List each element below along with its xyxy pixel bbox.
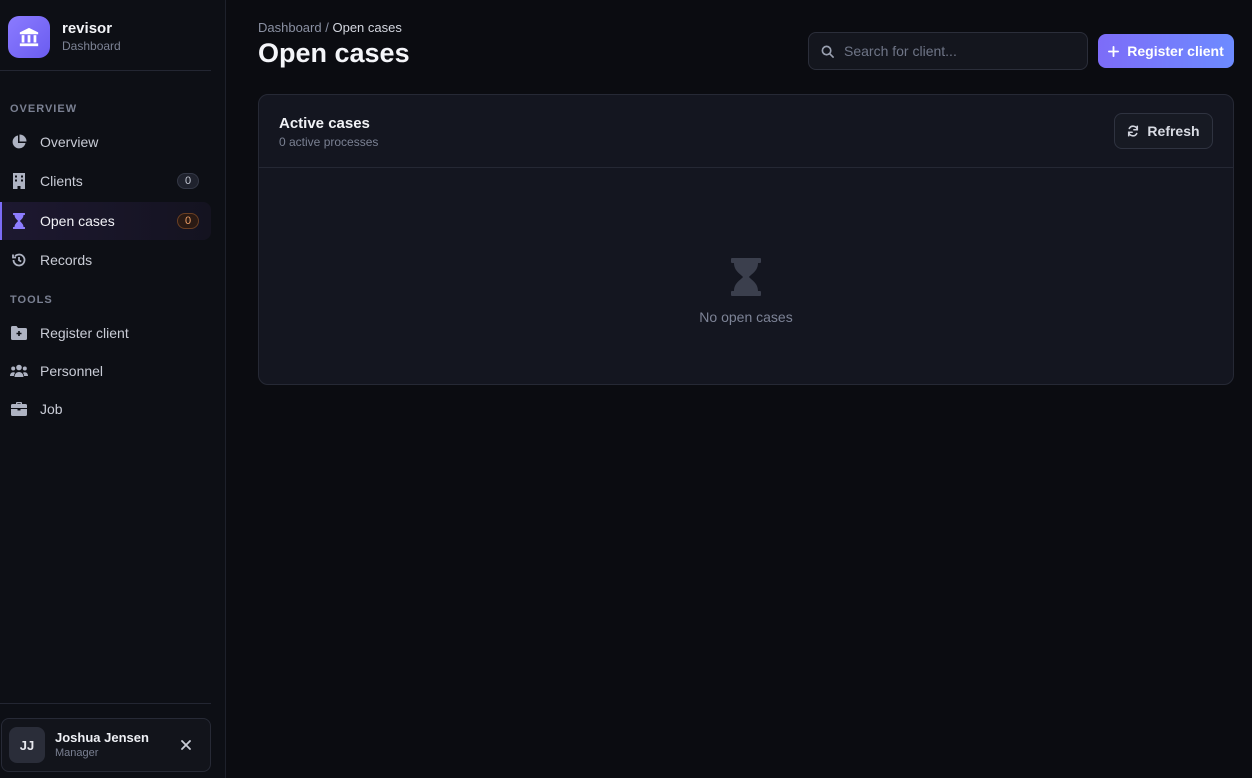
briefcase-icon	[10, 400, 28, 418]
sidebar-item-records[interactable]: Records	[0, 241, 211, 279]
users-icon	[10, 362, 28, 380]
refresh-button-label: Refresh	[1147, 123, 1200, 139]
folder-plus-icon	[10, 324, 28, 342]
sidebar-item-open-cases[interactable]: Open cases 0	[0, 202, 211, 240]
brand-name: revisor	[62, 20, 113, 37]
empty-state-text: No open cases	[699, 309, 793, 325]
user-card[interactable]: JJ Joshua Jensen Manager	[1, 718, 211, 772]
building-icon	[10, 172, 28, 190]
app: revisor Dashboard OVERVIEW Overview Clie…	[0, 0, 1252, 778]
bank-icon	[8, 16, 50, 58]
sidebar-item-label: Overview	[40, 134, 99, 150]
close-icon[interactable]	[178, 737, 194, 753]
brand-subtitle: Dashboard	[62, 39, 121, 53]
sidebar-item-label: Job	[40, 401, 63, 417]
card-title: Active cases	[279, 115, 370, 132]
card-header: Active cases 0 active processes Refresh	[259, 95, 1233, 168]
search-box[interactable]	[808, 32, 1088, 70]
brand[interactable]: revisor Dashboard	[8, 16, 121, 58]
divider	[0, 70, 211, 71]
divider	[0, 703, 211, 704]
sidebar-item-register-client[interactable]: Register client	[0, 314, 211, 352]
refresh-button[interactable]: Refresh	[1114, 113, 1213, 149]
sidebar-item-label: Register client	[40, 325, 129, 341]
sidebar-item-clients[interactable]: Clients 0	[0, 162, 211, 200]
sidebar-item-label: Clients	[40, 173, 83, 189]
refresh-icon	[1127, 125, 1139, 137]
breadcrumb: Dashboard / Open cases	[258, 20, 402, 35]
breadcrumb-separator: /	[325, 20, 329, 35]
clients-count-badge: 0	[177, 173, 199, 189]
register-client-button[interactable]: Register client	[1098, 34, 1234, 68]
sidebar-item-label: Open cases	[40, 213, 115, 229]
active-cases-card: Active cases 0 active processes Refresh	[258, 94, 1234, 385]
sidebar-item-personnel[interactable]: Personnel	[0, 352, 211, 390]
empty-state: No open cases	[259, 168, 1233, 384]
sidebar: revisor Dashboard OVERVIEW Overview Clie…	[0, 0, 226, 778]
section-label-overview: OVERVIEW	[10, 103, 78, 115]
section-label-tools: TOOLS	[10, 294, 53, 306]
search-input[interactable]	[844, 43, 1074, 59]
pie-chart-icon	[10, 133, 28, 151]
sidebar-item-label: Personnel	[40, 363, 104, 379]
page-title: Open cases	[258, 38, 410, 68]
breadcrumb-parent[interactable]: Dashboard	[258, 20, 322, 35]
register-client-button-label: Register client	[1127, 43, 1224, 59]
user-name: Joshua Jensen	[55, 730, 149, 745]
sidebar-item-overview[interactable]: Overview	[0, 123, 211, 161]
search-icon	[821, 45, 834, 58]
hourglass-icon	[10, 212, 28, 230]
plus-icon	[1108, 45, 1120, 57]
sidebar-item-label: Records	[40, 252, 93, 268]
sidebar-item-job[interactable]: Job	[0, 390, 211, 428]
breadcrumb-current: Open cases	[332, 20, 402, 35]
avatar: JJ	[9, 727, 45, 763]
history-icon	[10, 251, 28, 269]
open-cases-count-badge: 0	[177, 213, 199, 229]
user-role: Manager	[55, 747, 99, 759]
card-subtitle: 0 active processes	[279, 135, 379, 149]
hourglass-icon	[731, 258, 761, 296]
